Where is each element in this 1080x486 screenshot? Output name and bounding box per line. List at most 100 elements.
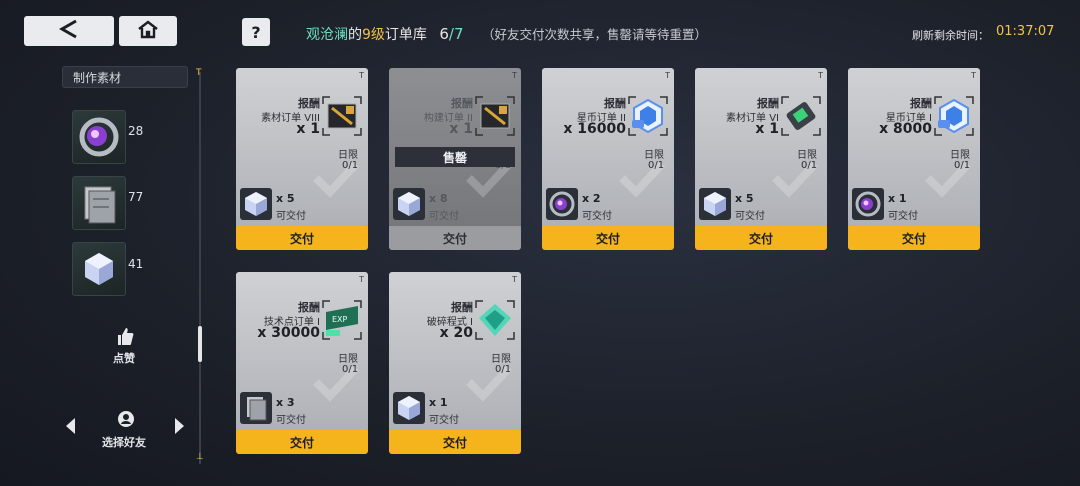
deliverable-status: 可交付 [429,211,459,222]
help-label: ? [251,22,261,42]
home-button[interactable] [119,16,177,46]
order-card[interactable]: T 报酬 素材订单 VI x 1 日限 0/1 x 5 可交付 交付 [695,68,827,252]
sold-out-label: 售罄 [442,150,467,165]
materials-panel-title: 制作素材 [62,66,188,88]
material-slot-purple-orb[interactable] [72,110,126,164]
required-quantity: x 1 [429,396,448,409]
crystal-cube-icon [393,188,425,220]
purple-orb-icon [852,188,884,220]
deadline-label: 日限 [797,150,817,161]
deliver-button[interactable]: 交付 [236,226,368,250]
share-note: （好友交付次数共享，售罄请等待重置） [481,27,707,42]
deliver-label: 交付 [442,435,467,450]
deliver-button[interactable]: 交付 [389,226,521,250]
reward-quantity: x 1 [449,121,473,137]
order-card[interactable]: T 报酬 素材订单 VIII x 1 日限 0/1 x 5 可交付 交付 [236,68,368,252]
green-canister-icon [781,96,821,136]
purple-orb-material-icon [79,117,119,157]
card-corner-mark: T [512,71,517,80]
next-friend-arrow[interactable] [175,418,184,434]
materials-title-text: 制作素材 [73,70,122,85]
title-of: 的 [348,27,362,43]
select-friend-button[interactable]: 选择好友 [100,410,152,449]
back-button[interactable] [24,16,114,46]
crystal-cube-icon [699,188,731,220]
prev-friend-arrow[interactable] [66,418,75,434]
deliver-label: 交付 [595,231,620,246]
order-card[interactable]: T 报酬 构建订单 II x 1 日限 1/1 x 8 可交付 交付 售罄 [389,68,521,252]
scroll-track[interactable] [199,72,201,464]
deliver-button[interactable]: 交付 [695,226,827,250]
deliver-button[interactable]: 交付 [542,226,674,250]
crystal-cube-icon [240,188,272,220]
crystal-cube-material-icon [85,253,113,285]
deliver-label: 交付 [289,231,314,246]
order-count: 6 [439,25,449,43]
deadline-label: 日限 [491,354,511,365]
deadline-label: 日限 [338,354,358,365]
library-level: 9级 [362,27,385,43]
required-quantity: x 5 [276,192,295,205]
like-button[interactable]: 点赞 [106,326,142,366]
order-card[interactable]: T 报酬 破碎程式 I x 20 日限 0/1 x 1 可交付 交付 [389,272,521,456]
black-gold-crate-icon [475,96,515,136]
help-button[interactable]: ? [242,18,270,46]
card-corner-mark: T [665,71,670,80]
deadline-label: 日限 [950,150,970,161]
material-count: 28 [128,124,144,138]
deadline-value: 0/1 [342,160,359,171]
deliverable-status: 可交付 [735,211,765,222]
required-quantity: x 2 [582,192,601,205]
order-library-title: 观沧澜的9级订单库 6/7 （好友交付次数共享，售罄请等待重置） [306,24,707,44]
deadline-label: 日限 [644,150,664,161]
reward-quantity: x 20 [439,325,473,341]
deliver-button[interactable]: 交付 [236,430,368,454]
material-count: 77 [128,190,144,204]
teal-shard-icon [475,300,515,340]
material-slot-metal-sheet[interactable] [72,176,126,230]
card-corner-mark: T [971,71,976,80]
deadline-value: 0/1 [954,160,971,171]
card-corner-mark: T [359,275,364,284]
order-card[interactable]: T 报酬 星币订单 I x 8000 日限 0/1 x 1 可交付 交付 [848,68,980,252]
deadline-value: 0/1 [342,364,359,375]
reward-quantity: x 30000 [257,325,320,341]
thumbs-up-icon [118,328,134,345]
purple-orb-icon [546,188,578,220]
reward-quantity: x 8000 [879,121,932,137]
home-icon [136,19,160,43]
like-label: 点赞 [113,352,135,365]
required-quantity: x 3 [276,396,295,409]
scroll-thumb[interactable] [198,326,202,362]
deliverable-status: 可交付 [276,211,306,222]
reward-quantity: x 1 [296,121,320,137]
deadline-value: 0/1 [801,160,818,171]
card-corner-mark: T [818,71,823,80]
deliver-label: 交付 [901,231,926,246]
metal-sheet-material-icon [84,186,116,224]
required-quantity: x 5 [735,192,754,205]
friend-icon [118,411,134,427]
order-card[interactable]: T 报酬 星币订单 II x 16000 日限 0/1 x 2 可交付 交付 [542,68,674,252]
select-friend-label: 选择好友 [102,436,146,449]
deliver-button[interactable]: 交付 [389,430,521,454]
scroll-bottom-mark: ⊥ [196,452,204,462]
deliver-label: 交付 [748,231,773,246]
material-count: 41 [128,257,144,271]
material-slot-crystal-cube[interactable] [72,242,126,296]
deliver-button[interactable]: 交付 [848,226,980,250]
black-gold-crate-icon [322,96,362,136]
deadline-value: 0/1 [648,160,665,171]
order-card[interactable]: T 报酬 技术点订单 I x 30000 EXP 日限 0/1 x 3 可交付 … [236,272,368,456]
exp-chip-icon: EXP [322,300,362,340]
refresh-timer: 01:37:07 [996,24,1055,39]
deliverable-status: 可交付 [582,211,612,222]
svg-text:EXP: EXP [332,315,348,324]
card-corner-mark: T [359,71,364,80]
back-arrow-icon [56,19,82,43]
sold-out-banner: 售罄 [395,147,515,167]
card-corner-mark: T [512,275,517,284]
required-quantity: x 1 [888,192,907,205]
friend-name: 观沧澜 [306,27,348,43]
deliver-label: 交付 [442,231,467,246]
